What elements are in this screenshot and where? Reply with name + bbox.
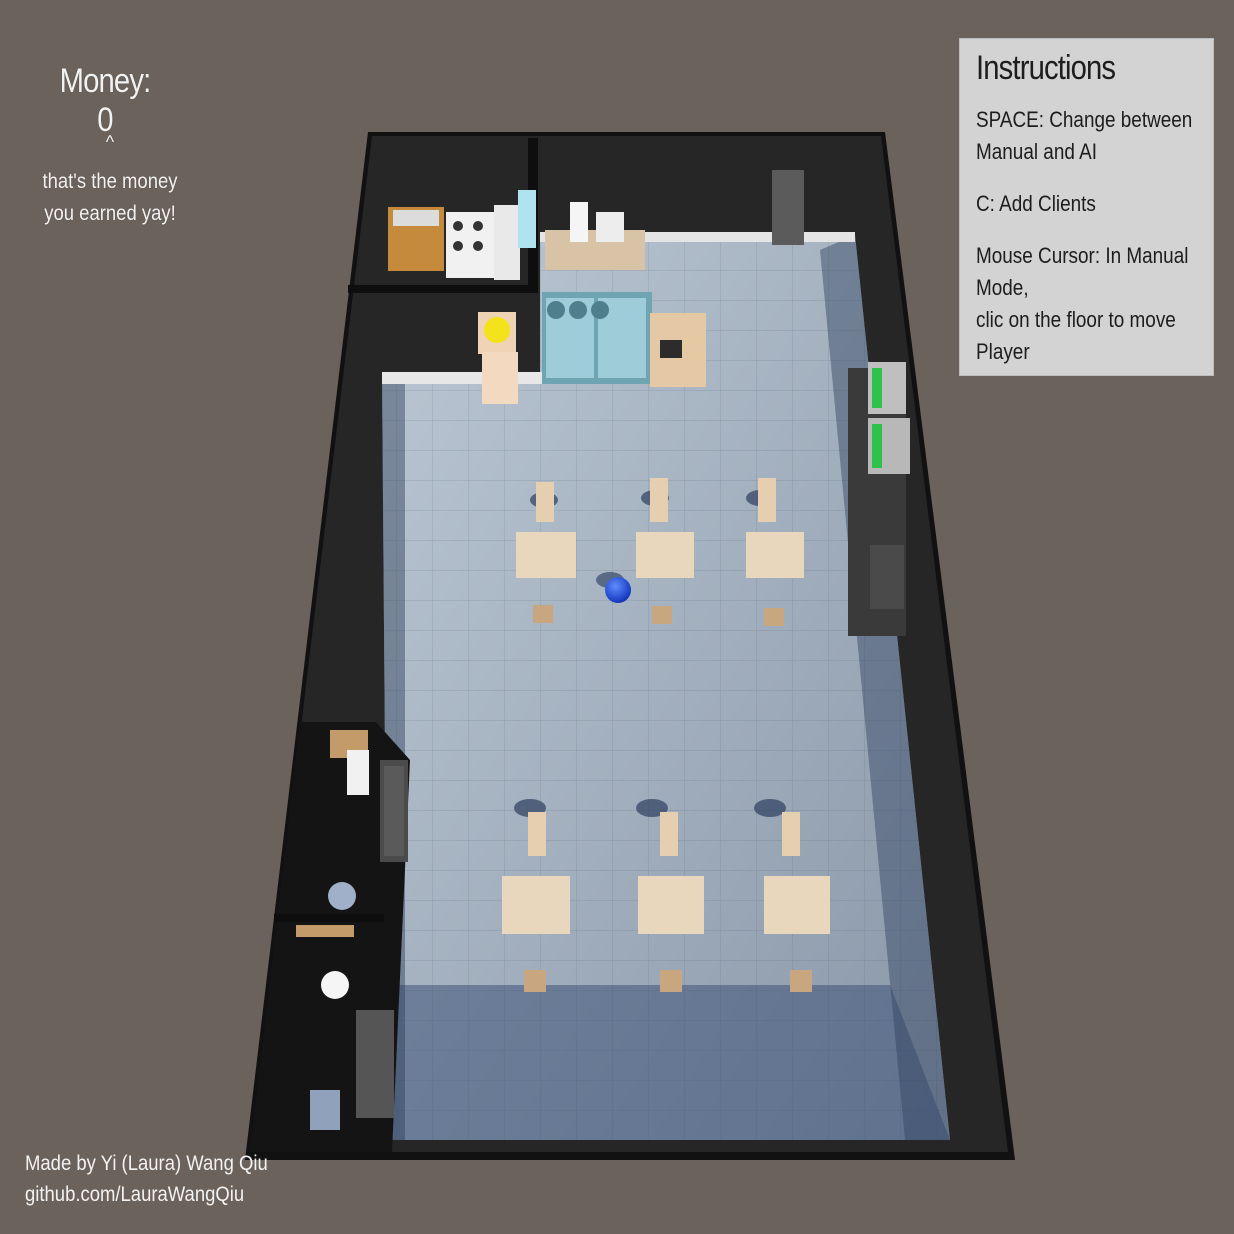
instruction-line: clic on the floor to move Player	[976, 307, 1176, 364]
credits-author: Made by Yi (Laura) Wang Qiu	[25, 1152, 268, 1175]
credits-link[interactable]: github.com/LauraWangQiu	[25, 1179, 268, 1210]
instruction-add-clients: C: Add Clients	[976, 188, 1200, 220]
credits: Made by Yi (Laura) Wang Qiu github.com/L…	[25, 1148, 268, 1210]
money-note-line: you earned yay!	[44, 202, 176, 225]
money-note-line: that's the money	[42, 170, 178, 193]
vending-machines[interactable]	[848, 362, 910, 636]
instruction-line: Mouse Cursor: In Manual Mode,	[976, 243, 1189, 300]
instruction-line: Manual and AI	[976, 139, 1097, 164]
instruction-line: SPACE: Change between	[976, 107, 1193, 132]
instruction-line: C: Add Clients	[976, 191, 1096, 216]
order-station[interactable]	[478, 312, 518, 404]
money-note: that's the money you earned yay!	[40, 166, 181, 230]
instruction-mouse: Mouse Cursor: In Manual Mode, clic on th…	[976, 240, 1200, 368]
instruction-space: SPACE: Change between Manual and AI	[976, 104, 1200, 168]
instructions-title: Instructions	[976, 49, 1116, 87]
money-pointer: ^	[105, 132, 115, 152]
money-counter: Money: 0	[59, 62, 152, 139]
instructions-panel: Instructions SPACE: Change between Manua…	[959, 38, 1214, 376]
